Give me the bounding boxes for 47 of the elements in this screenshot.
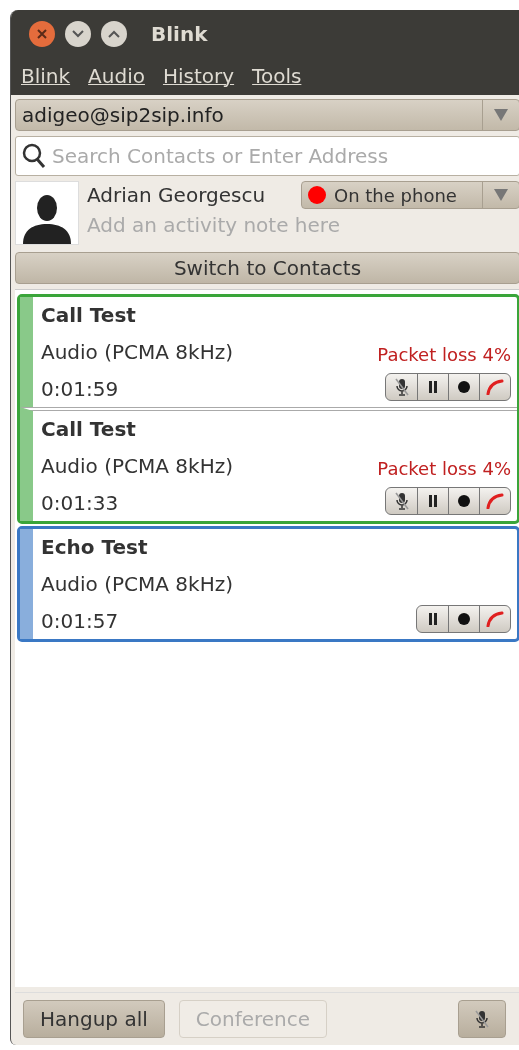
muted-microphone-icon	[475, 1010, 489, 1028]
muted-microphone-icon	[394, 378, 409, 396]
user-name: Adrian Georgescu	[87, 183, 266, 207]
switch-to-contacts-button[interactable]: Switch to Contacts	[15, 252, 519, 284]
window-title: Blink	[151, 21, 208, 46]
chevron-up-icon	[108, 29, 120, 38]
search-icon	[22, 143, 46, 169]
menu-item[interactable]: Tools	[252, 64, 302, 88]
session-name: Call Test	[41, 303, 137, 327]
session-name: Call Test	[41, 417, 137, 441]
account-dropdown[interactable]: adigeo@sip2sip.info	[15, 99, 519, 131]
record-icon	[457, 380, 471, 394]
minimize-button[interactable]	[65, 20, 91, 47]
chevron-down-icon	[72, 29, 84, 38]
session-item[interactable]: Echo Test Audio (PCMA 8kHz) 0:01:57	[20, 529, 517, 639]
record-icon	[457, 494, 471, 508]
muted-microphone-icon	[394, 492, 409, 510]
phone-handset-icon	[486, 379, 504, 395]
menu-item[interactable]: Audio	[88, 64, 145, 88]
pause-icon	[428, 380, 438, 394]
dropdown-arrow-icon	[494, 109, 508, 121]
close-button[interactable]	[29, 20, 55, 47]
dropdown-arrow-icon	[494, 189, 508, 201]
phone-handset-icon	[486, 611, 504, 627]
pause-icon	[428, 494, 438, 508]
session-item[interactable]: Call Test Audio (PCMA 8kHz) 0:01:59 Packet loss 4%	[20, 297, 517, 407]
session-name: Echo Test	[41, 535, 149, 559]
session-item[interactable]: Call Test Audio (PCMA 8kHz) 0:01:33 Packet loss 4%	[20, 407, 517, 521]
person-silhouette-icon	[21, 192, 73, 244]
codec-label: Audio (PCMA 8kHz)	[41, 454, 234, 478]
packet-loss-warning: Packet loss 4%	[377, 344, 511, 365]
pause-icon	[427, 612, 438, 626]
call-duration: 0:01:59	[41, 377, 120, 401]
codec-label: Audio (PCMA 8kHz)	[41, 340, 234, 364]
call-duration: 0:01:57	[41, 609, 120, 633]
close-icon	[37, 28, 47, 39]
mute-button[interactable]	[458, 1000, 506, 1038]
maximize-button[interactable]	[101, 20, 127, 47]
footer-button[interactable]: Hangup all	[23, 1000, 165, 1038]
packet-loss-warning: Packet loss 4%	[377, 458, 511, 479]
status-dropdown[interactable]: On the phone	[301, 181, 519, 209]
record-icon	[457, 612, 471, 626]
phone-handset-icon	[486, 493, 504, 509]
menu-item[interactable]: Blink	[21, 64, 71, 88]
call-duration: 0:01:33	[41, 491, 120, 515]
menu-item[interactable]: History	[162, 64, 235, 88]
codec-label: Audio (PCMA 8kHz)	[41, 572, 234, 596]
